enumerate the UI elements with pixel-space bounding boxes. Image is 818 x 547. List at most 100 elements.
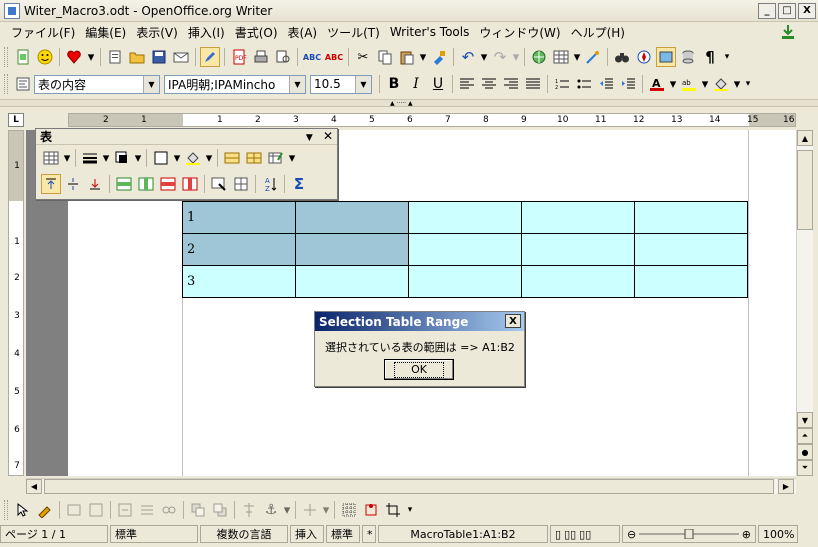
page-indicator[interactable]: ページ 1 / 1 (0, 525, 108, 543)
scroll-left-icon[interactable]: ◀ (26, 479, 42, 494)
menu-writers-tools[interactable]: Writer's Tools (385, 25, 475, 39)
borders-icon[interactable] (151, 148, 171, 168)
table-cell-d1[interactable] (521, 201, 635, 234)
font-color-icon[interactable]: A (647, 74, 667, 94)
chevron-down-icon[interactable]: ▼ (355, 75, 371, 93)
collapse-arrow-icon[interactable]: ▲ ····· ▲ (390, 100, 413, 107)
zoom-out-icon[interactable]: ⊖ (627, 528, 636, 541)
single-page-view-icon[interactable]: ▯ (555, 528, 561, 541)
object-position-dropdown-icon[interactable]: ▾ (322, 500, 330, 520)
zoom-slider-track[interactable] (639, 529, 739, 539)
page-style-indicator[interactable]: 標準 (110, 525, 198, 543)
sort-icon[interactable]: AZ (260, 174, 280, 194)
insert-table-dropdown-icon[interactable]: ▾ (573, 47, 581, 67)
merge-cells-icon[interactable] (222, 148, 242, 168)
toolbar-collapse-strip[interactable]: ▲ ····· ▲ (0, 99, 818, 107)
table-cell-a2[interactable]: 2 (182, 233, 296, 266)
vertical-scroll-thumb[interactable] (797, 150, 813, 230)
toolbar-menu-icon[interactable]: ▼ (306, 133, 313, 143)
menu-tools[interactable]: ツール(T) (322, 24, 385, 41)
paragraph-style-combo[interactable]: 表の内容 ▼ (34, 74, 160, 94)
insert-table-icon[interactable] (41, 148, 61, 168)
close-window-button[interactable]: X (798, 2, 816, 19)
bold-button[interactable]: B (384, 74, 404, 94)
chevron-down-icon[interactable]: ▼ (143, 75, 159, 93)
insert-object-icon[interactable] (86, 500, 106, 520)
smiley-icon[interactable] (35, 47, 55, 67)
select-table-icon[interactable] (209, 174, 229, 194)
zoom-in-icon[interactable]: ⊕ (742, 528, 751, 541)
align-left-icon[interactable] (457, 74, 477, 94)
toolbar-grip[interactable] (4, 500, 8, 520)
table-cell-e2[interactable] (634, 233, 748, 266)
insert-table-icon[interactable] (551, 47, 571, 67)
menu-format[interactable]: 書式(O) (230, 24, 283, 41)
menu-table[interactable]: 表(A) (283, 24, 323, 41)
frame-icon[interactable] (64, 500, 84, 520)
document-modified-indicator[interactable]: * (362, 525, 376, 543)
styles-formatting-icon[interactable] (13, 74, 33, 94)
table-cell-d3[interactable] (521, 265, 635, 298)
navigation-icon[interactable]: ● (797, 444, 813, 460)
table-cell-b2[interactable] (295, 233, 409, 266)
selection-mode-indicator[interactable]: 標準 (326, 525, 360, 543)
font-size-combo[interactable]: 10.5 ▼ (310, 74, 372, 94)
border-color-dropdown-icon[interactable]: ▾ (134, 148, 142, 168)
menu-view[interactable]: 表示(V) (131, 24, 183, 41)
delete-column-icon[interactable] (180, 174, 200, 194)
open-folder-icon[interactable] (127, 47, 147, 67)
table-cell-d2[interactable] (521, 233, 635, 266)
vertical-scrollbar[interactable]: ▲ ▼ ⏶ ● ⏷ (796, 130, 813, 476)
ok-button[interactable]: OK (384, 359, 454, 380)
formatting-marks-icon[interactable]: ¶ (700, 47, 720, 67)
toolbar-options-icon[interactable]: ▾ (743, 74, 753, 94)
crop-icon[interactable] (383, 500, 403, 520)
table-cell-a1[interactable]: 1 (182, 201, 296, 234)
update-download-icon[interactable] (780, 24, 796, 40)
navigator-icon[interactable] (634, 47, 654, 67)
align-top-icon[interactable] (41, 174, 61, 194)
table-cell-b1[interactable] (295, 201, 409, 234)
undo-icon[interactable]: ↶ (458, 47, 478, 67)
print-icon[interactable] (251, 47, 271, 67)
wrap-icon[interactable] (137, 500, 157, 520)
redo-icon[interactable]: ↷ (490, 47, 510, 67)
frame-properties-icon[interactable] (115, 500, 135, 520)
link-frames-icon[interactable] (159, 500, 179, 520)
previous-page-icon[interactable]: ⏶ (797, 428, 813, 444)
object-position-icon[interactable] (300, 500, 320, 520)
autospellcheck-icon[interactable]: ABC (324, 47, 344, 67)
dialog-close-button[interactable]: X (505, 314, 521, 328)
print-preview-icon[interactable] (273, 47, 293, 67)
save-icon[interactable] (149, 47, 169, 67)
table-cell-e1[interactable] (634, 201, 748, 234)
highlighting-dropdown-icon[interactable]: ▾ (701, 74, 709, 94)
underline-button[interactable]: U (428, 74, 448, 94)
insert-row-icon[interactable] (114, 174, 134, 194)
borders-dropdown-icon[interactable]: ▾ (173, 148, 181, 168)
horizontal-scroll-thumb[interactable] (44, 479, 774, 494)
highlighting-icon[interactable]: ab (679, 74, 699, 94)
table-cell-c3[interactable] (408, 265, 522, 298)
clone-formatting-icon[interactable] (429, 47, 449, 67)
grid-icon[interactable] (339, 500, 359, 520)
gallery-icon[interactable] (656, 47, 676, 67)
split-cells-icon[interactable] (244, 148, 264, 168)
horizontal-ruler[interactable]: 2 1 1 2 3 4 5 6 7 8 9 10 11 12 13 14 15 … (68, 113, 796, 127)
multi-page-view-icon[interactable]: ▯▯ (564, 528, 576, 541)
table-cell-c1[interactable] (408, 201, 522, 234)
book-view-icon[interactable]: ▯▯ (579, 528, 591, 541)
background-color-icon[interactable] (711, 74, 731, 94)
send-to-back-icon[interactable] (210, 500, 230, 520)
sum-icon[interactable]: Σ (289, 174, 309, 194)
optimize-size-icon[interactable] (231, 174, 251, 194)
bring-to-front-icon[interactable] (188, 500, 208, 520)
align-right-icon[interactable] (501, 74, 521, 94)
next-page-icon[interactable]: ⏷ (797, 460, 813, 476)
align-objects-icon[interactable] (239, 500, 259, 520)
scroll-right-icon[interactable]: ▶ (778, 479, 794, 494)
draw-functions-icon[interactable] (583, 47, 603, 67)
paste-dropdown-icon[interactable]: ▾ (419, 47, 427, 67)
menu-edit[interactable]: 編集(E) (80, 24, 131, 41)
table-floating-toolbar[interactable]: 表 ▼ ✕ ▾ ▾ ▾ ▾ ▾ ▾ AZ Σ (35, 128, 338, 200)
